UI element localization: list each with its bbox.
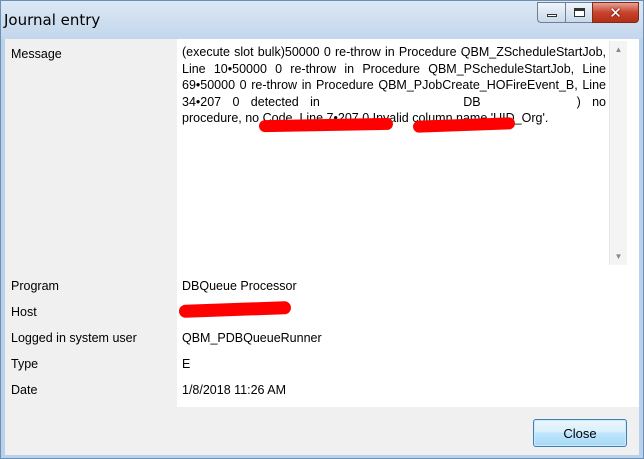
close-button[interactable]: Close bbox=[533, 419, 627, 447]
date-label: Date bbox=[11, 383, 38, 397]
logged-in-user-label: Logged in system user bbox=[11, 331, 137, 345]
program-value: DBQueue Processor bbox=[182, 279, 297, 293]
redaction-mark-host bbox=[178, 301, 292, 318]
program-label: Program bbox=[11, 279, 59, 293]
message-text[interactable]: (execute slot bulk)50000 0 re-throw in P… bbox=[182, 44, 606, 264]
window-title: Journal entry bbox=[4, 11, 101, 29]
close-icon: ✕ bbox=[609, 3, 622, 22]
maximize-icon bbox=[573, 8, 585, 17]
window-close-button[interactable]: ✕ bbox=[592, 2, 639, 23]
scroll-down-arrow-icon[interactable]: ▼ bbox=[610, 248, 627, 265]
values-panel: (execute slot bulk)50000 0 re-throw in P… bbox=[177, 39, 639, 407]
title-bar[interactable]: Journal entry ✕ bbox=[1, 1, 643, 39]
host-label: Host bbox=[11, 305, 37, 319]
journal-entry-window: Journal entry ✕ Message Program Host Log… bbox=[0, 0, 644, 459]
redaction-mark-1 bbox=[258, 117, 394, 133]
scroll-up-arrow-icon[interactable]: ▲ bbox=[610, 41, 627, 58]
message-label: Message bbox=[11, 47, 62, 61]
dialog-footer: Close bbox=[5, 407, 639, 455]
type-label: Type bbox=[11, 357, 39, 371]
type-value: E bbox=[182, 357, 191, 371]
date-value: 1/8/2018 11:26 AM bbox=[182, 383, 287, 397]
message-scrollbar[interactable]: ▲ ▼ bbox=[609, 41, 627, 265]
message-text-part2: DB bbox=[463, 94, 481, 109]
details-panel: Message Program Host Logged in system us… bbox=[5, 39, 639, 407]
caption-buttons: ✕ bbox=[537, 2, 639, 23]
maximize-button[interactable] bbox=[565, 2, 592, 23]
message-text-part1: (execute slot bulk)50000 0 re-throw in P… bbox=[182, 45, 606, 109]
minimize-icon bbox=[546, 14, 557, 17]
minimize-button[interactable] bbox=[537, 2, 565, 23]
logged-in-user-value: QBM_PDBQueueRunner bbox=[182, 331, 322, 345]
